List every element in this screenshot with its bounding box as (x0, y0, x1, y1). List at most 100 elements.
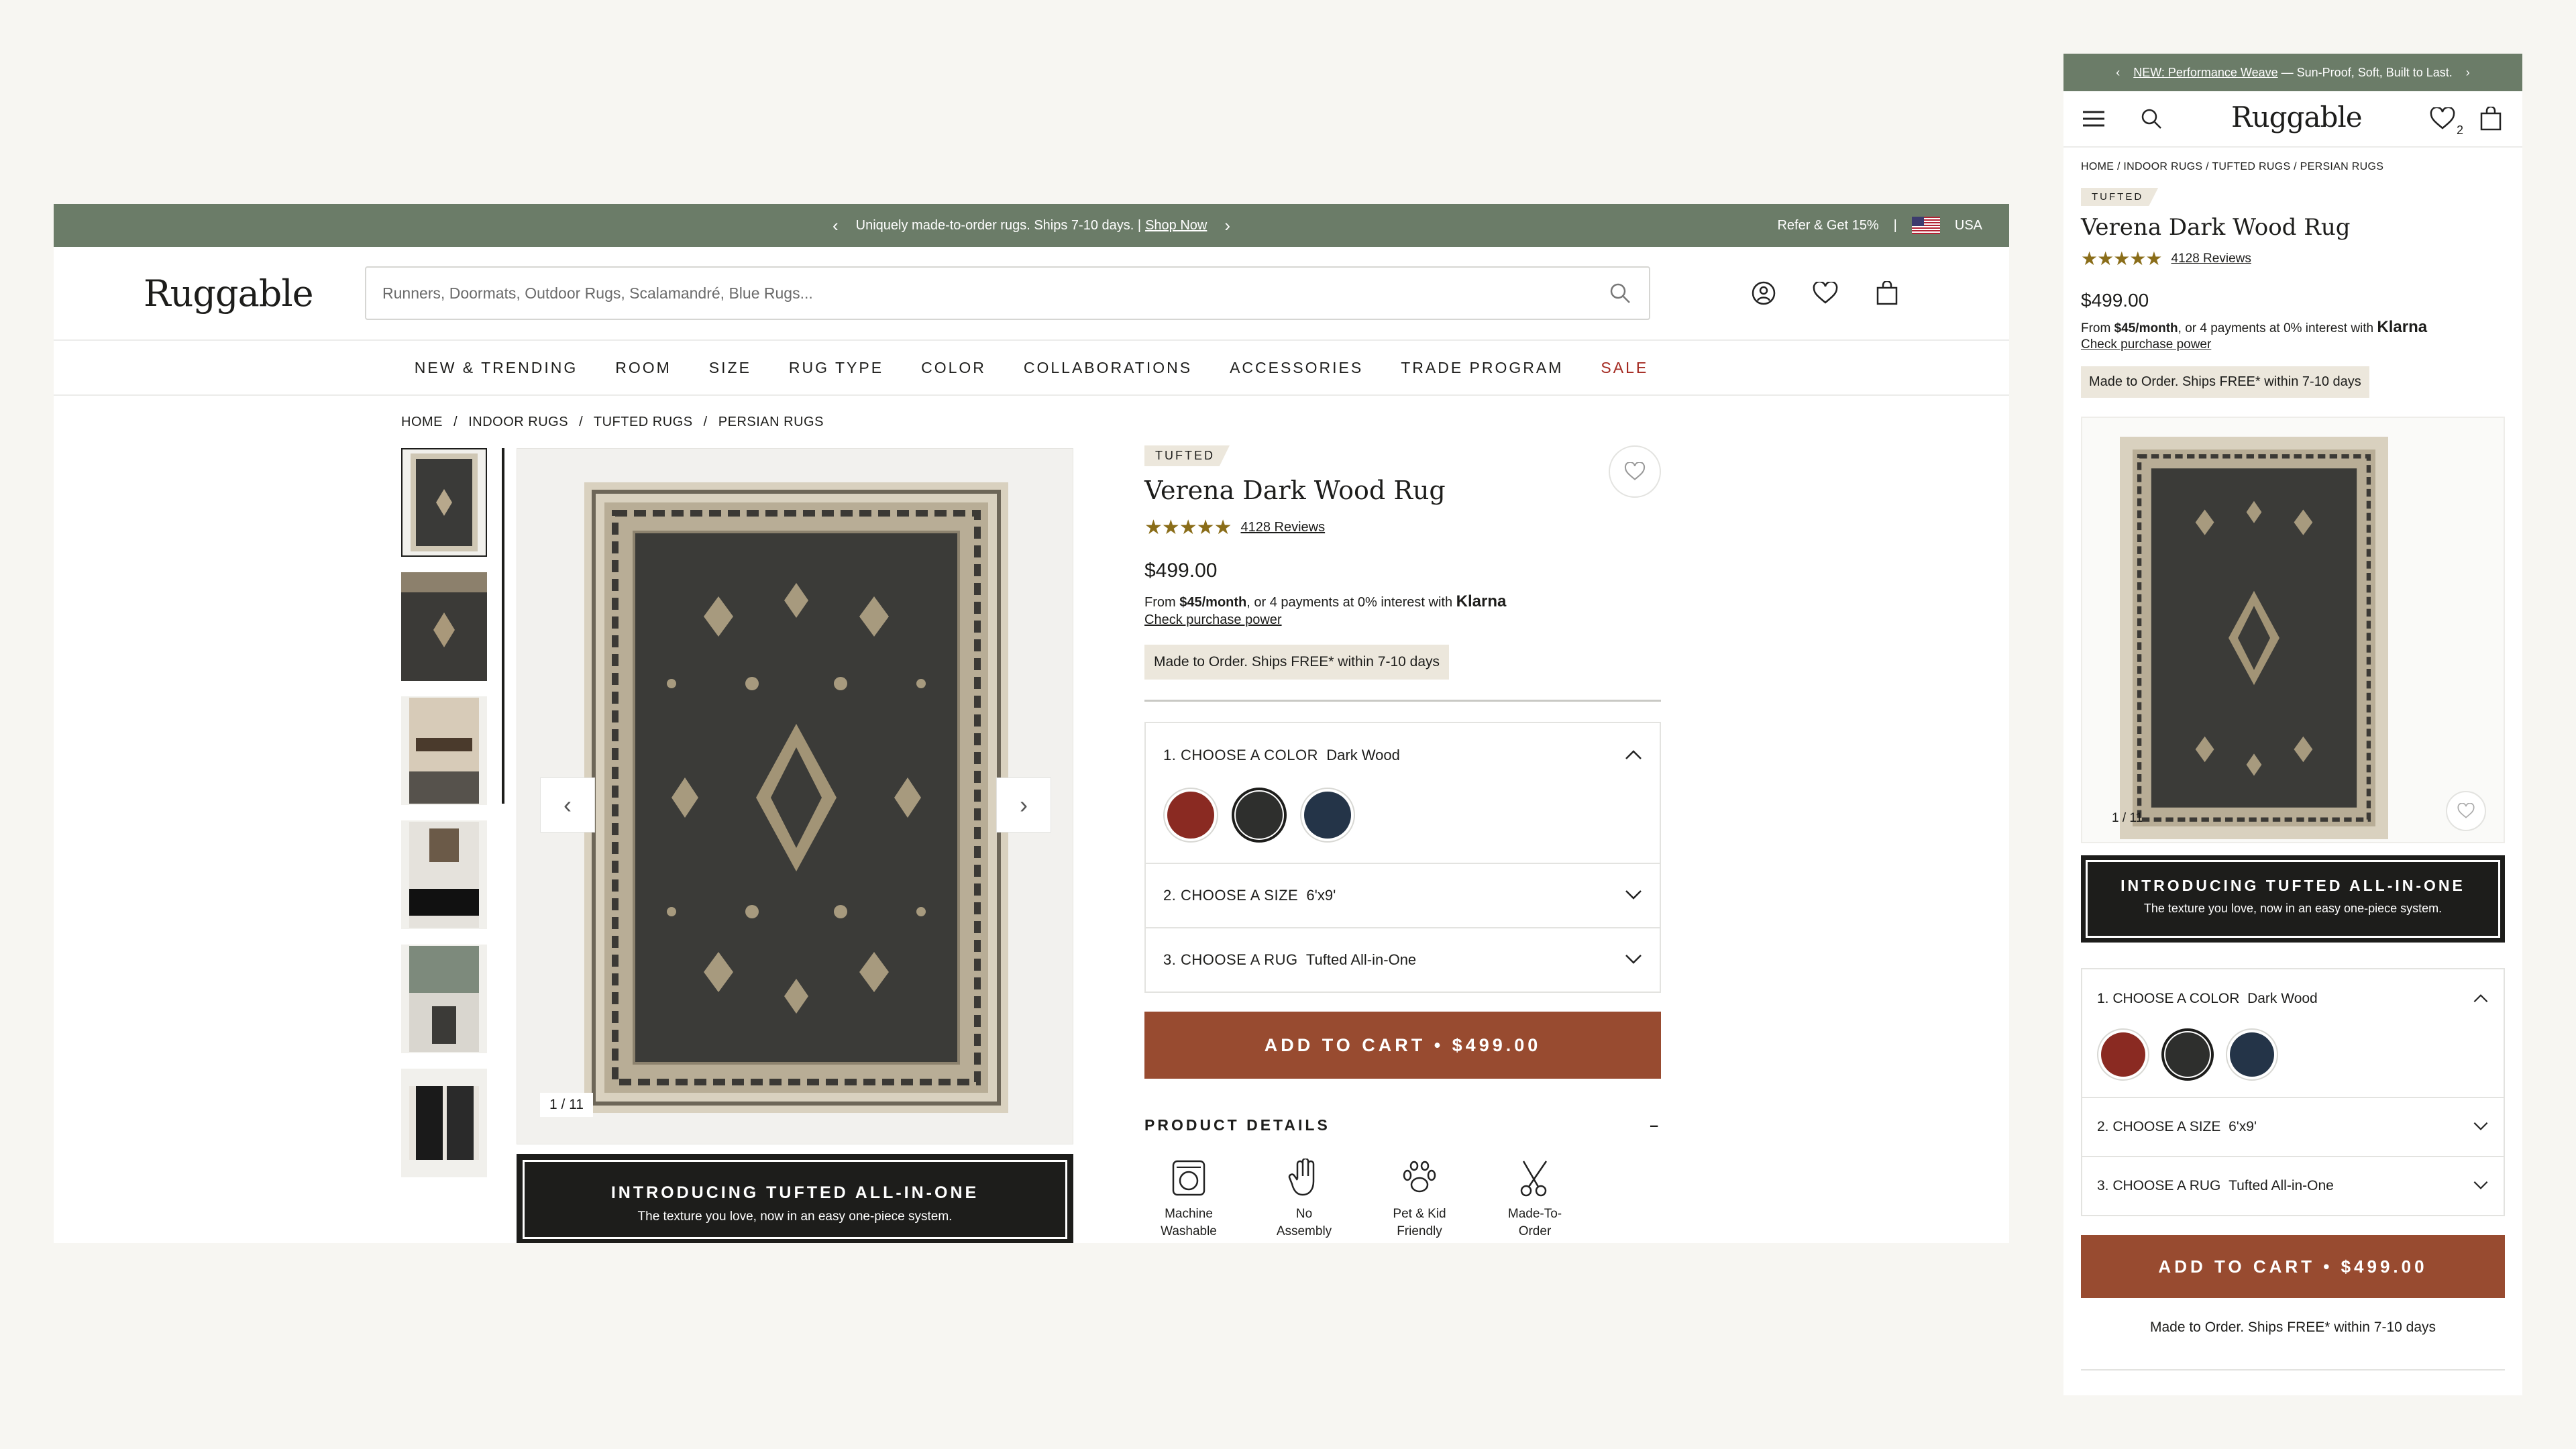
promo-prev-arrow-icon[interactable]: ‹ (833, 215, 839, 236)
mobile-klarna-logo: Klarna (2377, 318, 2428, 336)
mobile-intro-banner[interactable]: INTRODUCING TUFTED ALL-IN-ONE The textur… (2081, 855, 2505, 943)
mobile-reviews-link[interactable]: 4128 Reviews (2171, 252, 2251, 266)
swatch-navy[interactable] (1300, 788, 1355, 843)
rug-option-header[interactable]: 3. CHOOSE A RUG Tufted All-in-One (1146, 927, 1660, 991)
mobile-product-title: Verena Dark Wood Rug (2081, 214, 2351, 241)
refer-link[interactable]: Refer & Get 15% (1777, 218, 1878, 233)
nav-collaborations[interactable]: COLLABORATIONS (1024, 359, 1192, 377)
mobile-color-option-header[interactable]: 1. CHOOSE A COLOR Dark Wood (2082, 969, 2504, 1028)
chevron-down-icon[interactable] (1625, 951, 1642, 969)
promo-message: Uniquely made-to-order rugs. Ships 7-10 … (855, 217, 1142, 233)
mobile-rug-option-header[interactable]: 3. CHOOSE A RUG Tufted All-in-One (2082, 1156, 2504, 1215)
search-input[interactable]: Runners, Doormats, Outdoor Rugs, Scalama… (365, 266, 1650, 320)
thumbnail-kitchen[interactable] (401, 820, 487, 929)
mobile-search-icon[interactable] (2139, 106, 2164, 131)
wishlist-button[interactable] (1609, 445, 1661, 498)
color-option-header[interactable]: 1. CHOOSE A COLOR Dark Wood (1146, 723, 1660, 788)
gallery-prev-button[interactable]: ‹ (540, 777, 595, 833)
nav-sale[interactable]: SALE (1601, 359, 1648, 377)
feature-list: Machine Washable No Assembly Pet & Kid F… (1144, 1157, 1661, 1240)
scissors-icon (1514, 1157, 1556, 1199)
nav-size[interactable]: SIZE (709, 359, 751, 377)
mobile-divider (2081, 1369, 2505, 1371)
breadcrumb-home[interactable]: HOME (401, 415, 443, 429)
reviews-link[interactable]: 4128 Reviews (1240, 520, 1325, 535)
promo-shop-now-link[interactable]: Shop Now (1145, 218, 1207, 233)
add-to-cart-button[interactable]: ADD TO CART • $499.00 (1144, 1012, 1661, 1079)
search-icon[interactable] (1607, 280, 1633, 306)
logo[interactable]: Ruggable (144, 272, 365, 315)
mobile-promo-prev-icon[interactable]: ‹ (2116, 66, 2120, 80)
check-purchase-power-link[interactable]: Check purchase power (1144, 612, 1282, 627)
mobile-size-label: 2. CHOOSE A SIZE (2097, 1119, 2221, 1134)
mobile-size-option-header[interactable]: 2. CHOOSE A SIZE 6'x9' (2082, 1097, 2504, 1156)
mobile-rug-label: 3. CHOOSE A RUG (2097, 1178, 2221, 1193)
star-rating-icon: ★★★★★ (1144, 517, 1232, 539)
intro-banner[interactable]: INTRODUCING TUFTED ALL-IN-ONE The textur… (517, 1154, 1073, 1243)
nav-new-trending[interactable]: NEW & TRENDING (415, 359, 578, 377)
nav-trade-program[interactable]: TRADE PROGRAM (1401, 359, 1563, 377)
main-product-image[interactable]: ‹ › 1 / 11 (517, 448, 1073, 1144)
cart-bag-icon[interactable] (1874, 280, 1900, 306)
feature-pet-kid-friendly: Pet & Kid Friendly (1375, 1157, 1464, 1240)
nav-rug-type[interactable]: RUG TYPE (789, 359, 883, 377)
mobile-check-purchase-power-link[interactable]: Check purchase power (2081, 337, 2211, 352)
promo-next-arrow-icon[interactable]: › (1224, 215, 1230, 236)
mobile-cart-icon[interactable] (2478, 106, 2504, 131)
wishlist-heart-icon[interactable] (1813, 280, 1838, 306)
mobile-add-to-cart-button[interactable]: ADD TO CART • $499.00 (2081, 1235, 2505, 1298)
product-details-header[interactable]: PRODUCT DETAILS – (1144, 1116, 1661, 1134)
mobile-swatch-navy[interactable] (2226, 1028, 2278, 1081)
usa-flag-icon[interactable] (1911, 217, 1940, 234)
mobile-ship-note-badge: Made to Order. Ships FREE* within 7-10 d… (2081, 366, 2369, 398)
chevron-up-icon[interactable] (1625, 747, 1642, 764)
rug-option-value: Tufted All-in-One (1305, 951, 1417, 968)
thumbnail-dining-room[interactable] (401, 696, 487, 805)
nav-room[interactable]: ROOM (615, 359, 672, 377)
mobile-promo-bar: ‹ NEW: Performance Weave — Sun-Proof, So… (2063, 54, 2522, 91)
breadcrumb-tufted-rugs[interactable]: TUFTED RUGS (594, 415, 693, 429)
nav-color[interactable]: COLOR (921, 359, 986, 377)
hamburger-menu-icon[interactable] (2081, 106, 2106, 131)
mobile-swatch-dark-wood[interactable] (2161, 1028, 2214, 1081)
breadcrumb-persian-rugs[interactable]: PERSIAN RUGS (718, 415, 824, 429)
thumbnail-scroll-indicator[interactable] (502, 448, 504, 804)
mobile-promo-link[interactable]: NEW: Performance Weave (2133, 66, 2277, 79)
mobile-logo[interactable]: Ruggable (2231, 101, 2363, 133)
search-placeholder: Runners, Doormats, Outdoor Rugs, Scalama… (382, 284, 813, 302)
mobile-image-wishlist-button[interactable] (2446, 791, 2486, 831)
thumbnail-hallway[interactable] (401, 945, 487, 1053)
klarna-rest: , or 4 payments at 0% interest with (1246, 595, 1453, 610)
chevron-up-icon[interactable] (2473, 991, 2489, 1007)
mobile-wishlist-icon[interactable]: 2 (2430, 106, 2463, 137)
thumbnail-rug-front[interactable] (401, 448, 487, 557)
mobile-rating-row: ★★★★★ 4128 Reviews (2081, 248, 2505, 270)
size-option-header[interactable]: 2. CHOOSE A SIZE 6'x9' (1146, 863, 1660, 927)
mobile-viewport: ‹ NEW: Performance Weave — Sun-Proof, So… (2063, 54, 2522, 1395)
mobile-color-label: 1. CHOOSE A COLOR (2097, 991, 2240, 1006)
thumbnail-rug-closeup[interactable] (401, 572, 487, 681)
chevron-down-icon[interactable] (2473, 1178, 2489, 1194)
gallery-next-button[interactable]: › (996, 777, 1051, 833)
mobile-breadcrumb[interactable]: HOME / INDOOR RUGS / TUFTED RUGS / PERSI… (2081, 161, 2522, 173)
chevron-down-icon[interactable] (1625, 887, 1642, 904)
mobile-rug-image (2120, 437, 2388, 839)
klarna-info: From $45/month, or 4 payments at 0% inte… (1144, 593, 1661, 629)
chevron-down-icon[interactable] (2473, 1119, 2489, 1135)
mobile-promo-text: — Sun-Proof, Soft, Built to Last. (2281, 65, 2453, 79)
tufted-badge: TUFTED (1144, 445, 1230, 466)
nav-accessories[interactable]: ACCESSORIES (1230, 359, 1363, 377)
collapse-toggle-icon[interactable]: – (1650, 1116, 1661, 1134)
mobile-swatch-red[interactable] (2097, 1028, 2149, 1081)
mobile-promo-next-icon[interactable]: › (2466, 66, 2470, 80)
color-option-label: 1. CHOOSE A COLOR (1163, 747, 1319, 763)
thumbnail-doorway[interactable] (401, 1069, 487, 1177)
country-label[interactable]: USA (1955, 218, 1982, 233)
breadcrumb-indoor-rugs[interactable]: INDOOR RUGS (468, 415, 568, 429)
feature-no-assembly: No Assembly (1260, 1157, 1348, 1240)
swatch-red[interactable] (1163, 788, 1218, 843)
swatch-dark-wood[interactable] (1232, 788, 1287, 843)
account-icon[interactable] (1751, 280, 1776, 306)
breadcrumb-separator: / (453, 415, 458, 429)
mobile-product-image[interactable]: 1 / 11 (2081, 417, 2505, 843)
